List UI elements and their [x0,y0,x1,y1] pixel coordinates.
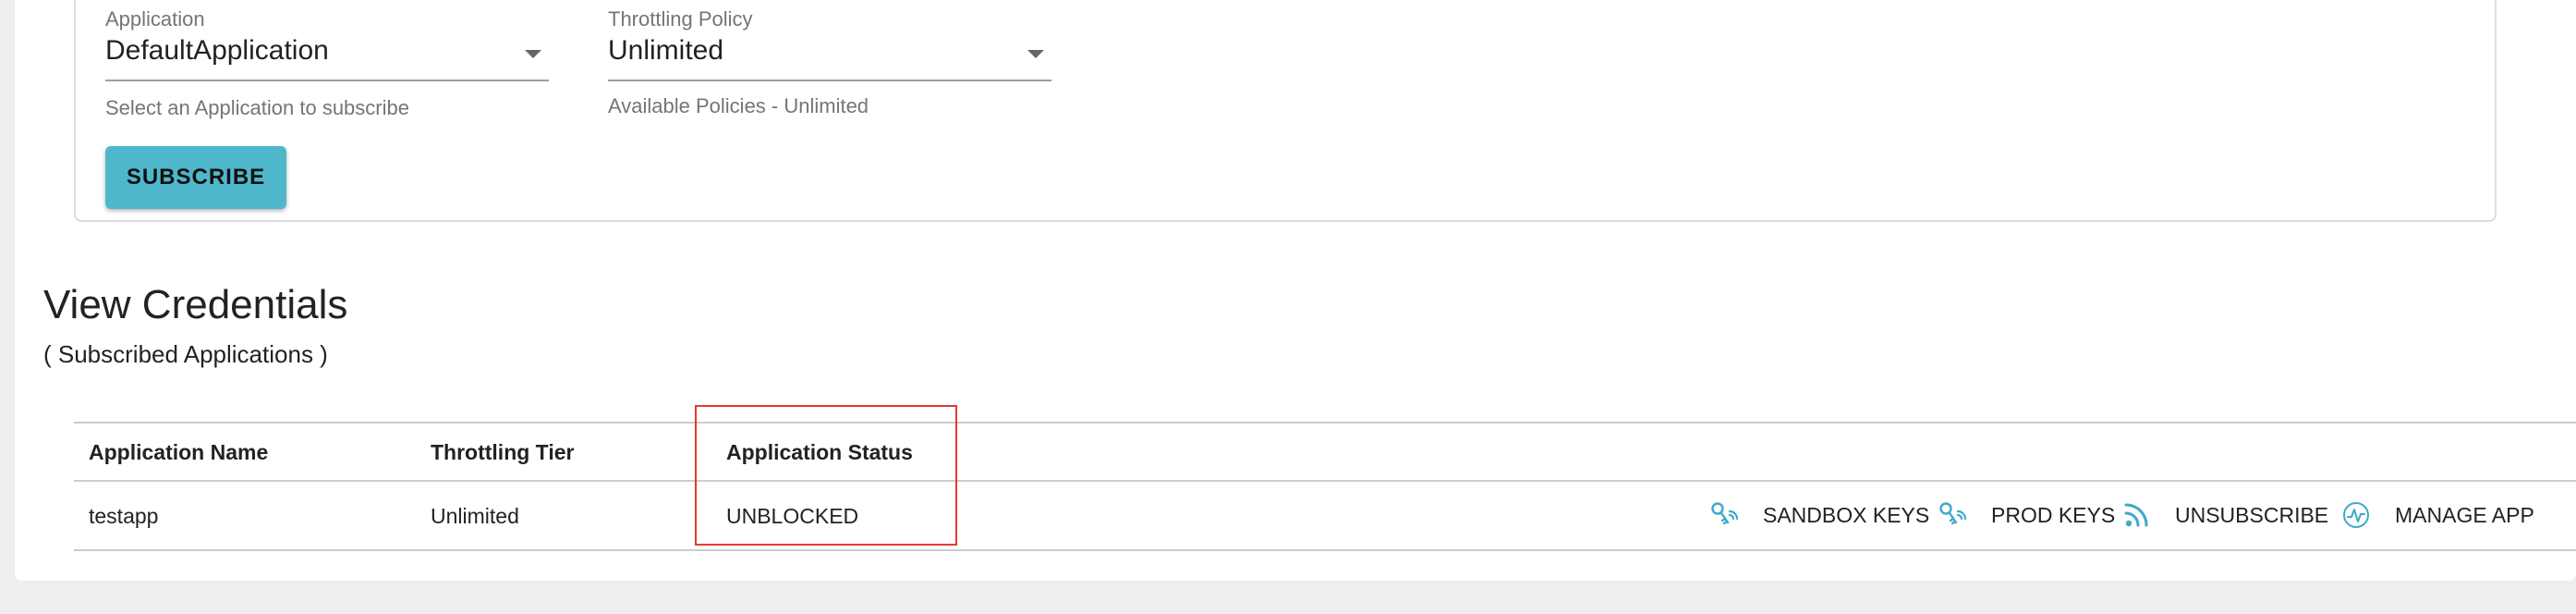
page-container: Application DefaultApplication Select an… [15,0,2576,581]
subscribe-button[interactable]: SUBSCRIBE [105,146,286,209]
throttling-policy-select-value: Unlimited [608,35,724,66]
unsubscribe-label: UNSUBSCRIBE [2175,502,2329,527]
key-icon [1939,502,1967,525]
throttling-policy-select[interactable]: Unlimited [608,26,1051,81]
prod-keys-button[interactable]: PROD KEYS [1938,498,2115,532]
subscription-card: Application DefaultApplication Select an… [74,0,2497,222]
application-status-highlight [695,405,957,546]
manage-app-button[interactable]: MANAGE APP [2341,498,2534,532]
chevron-down-icon [525,50,541,58]
sandbox-keys-label: SANDBOX KEYS [1763,502,1930,527]
view-credentials-subtitle: ( Subscribed Applications ) [43,340,328,368]
chevron-down-icon [1027,50,1044,58]
column-header-throttling-tier: Throttling Tier [431,440,575,464]
application-field: Application DefaultApplication Select an… [105,0,549,122]
view-credentials-title: View Credentials [43,282,348,327]
cell-application-name: testapp [89,504,159,528]
table-row: testapp Unlimited UNBLOCKED SANDBOX KEYS [74,482,2576,551]
application-select-value: DefaultApplication [105,35,329,66]
throttling-policy-field: Throttling Policy Unlimited Available Po… [608,0,1051,122]
application-select[interactable]: DefaultApplication [105,26,549,81]
rss-icon [2124,503,2148,527]
manage-app-label: MANAGE APP [2395,502,2534,527]
application-helper-text: Select an Application to subscribe [105,96,409,119]
column-header-application-name: Application Name [89,440,269,464]
activity-circle-icon [2343,502,2369,528]
throttling-policy-helper-text: Available Policies - Unlimited [608,94,869,117]
key-icon [1711,502,1739,525]
unsubscribe-button[interactable]: UNSUBSCRIBE [2121,498,2328,532]
cell-throttling-tier: Unlimited [431,504,519,528]
sandbox-keys-button[interactable]: SANDBOX KEYS [1709,498,1929,532]
prod-keys-label: PROD KEYS [1991,502,2116,527]
table-header: Application Name Throttling Tier Applica… [74,422,2576,482]
